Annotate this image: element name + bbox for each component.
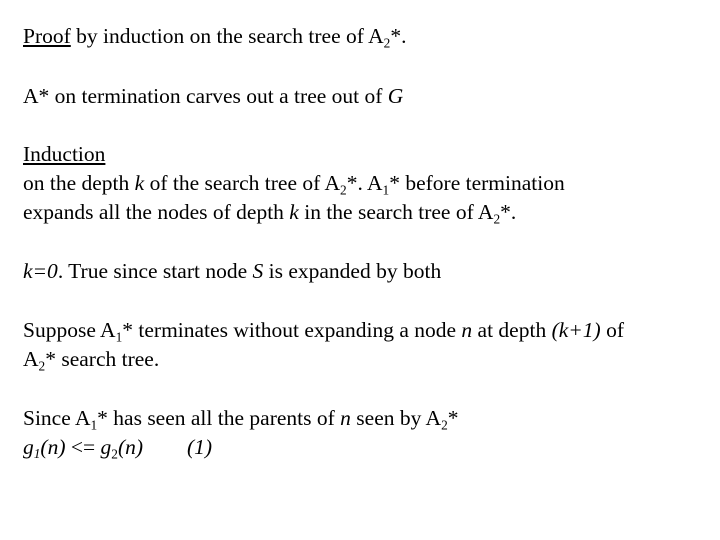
suppose-line-1: Suppose A1* terminates without expanding… xyxy=(23,318,624,345)
suppose-line-2: A2* search tree. xyxy=(23,347,160,374)
base-case: k=0. True since start node S is expanded… xyxy=(23,259,442,283)
proof-label: Proof xyxy=(23,24,71,48)
since-line: Since A1* has seen all the parents of n … xyxy=(23,406,459,433)
proof-statement: Proof by induction on the search tree of… xyxy=(23,24,407,51)
induction-line-2: expands all the nodes of depth k in the … xyxy=(23,200,517,227)
inequality-line: g1(n) <= g2(n) (1) xyxy=(23,435,213,462)
carve-statement: A* on termination carves out a tree out … xyxy=(23,84,404,108)
induction-line-1: on the depth k of the search tree of A2*… xyxy=(23,171,565,198)
induction-heading: Induction xyxy=(23,142,106,166)
equation-label: (1) xyxy=(187,435,213,459)
